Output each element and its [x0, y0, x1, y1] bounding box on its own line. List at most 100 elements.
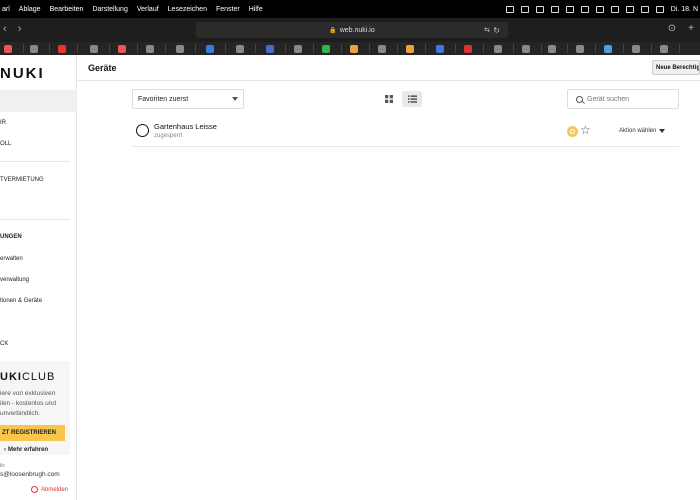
toolbar-right: ⊙ +	[668, 23, 694, 34]
sidebar-item-5[interactable]: verwaltung	[0, 277, 29, 283]
favorite-bookmark-icon[interactable]	[118, 45, 126, 53]
sidebar-item-4[interactable]: erwalten	[0, 256, 23, 262]
favorite-bookmark-icon[interactable]	[322, 45, 330, 53]
list-icon	[407, 95, 417, 103]
favorites-separator	[137, 44, 138, 53]
favorites-separator	[567, 44, 568, 53]
favorites-separator	[285, 44, 286, 53]
new-permission-button[interactable]: Neue Berechtig	[652, 60, 700, 75]
screen-icon[interactable]	[550, 5, 559, 13]
sort-select-value: Favoriten zuerst	[138, 95, 189, 103]
favorite-bookmark-icon[interactable]	[464, 45, 472, 53]
menu-item-verlauf[interactable]: Verlauf	[137, 6, 159, 13]
favorites-separator	[255, 44, 256, 53]
action-select[interactable]: Aktion wählen	[619, 128, 666, 134]
lock-state-icon[interactable]	[136, 124, 149, 137]
translate-icon[interactable]: ⇆	[484, 26, 490, 34]
favorites-separator	[369, 44, 370, 53]
lock-icon: 🔒	[329, 27, 337, 34]
back-icon[interactable]: ‹	[3, 23, 7, 35]
club-title: UKICLUB	[0, 371, 56, 383]
download-icon[interactable]: ⊙	[668, 23, 676, 34]
favorites-separator	[109, 44, 110, 53]
menu-item-app[interactable]: arl	[2, 6, 10, 13]
search-icon	[576, 95, 583, 103]
favorite-bookmark-icon[interactable]	[576, 45, 584, 53]
sidebar-item-6[interactable]: tionen & Geräte	[0, 298, 42, 304]
favorite-bookmark-icon[interactable]	[176, 45, 184, 53]
sidebar-item-2[interactable]: OLL	[0, 141, 11, 147]
search-input[interactable]	[587, 95, 675, 103]
favorite-bookmark-icon[interactable]	[236, 45, 244, 53]
menubar-clock[interactable]: Di. 18. N	[671, 6, 698, 13]
device-row[interactable]: Gartenhaus Leisse zugesperrt ☆ Aktion wä…	[132, 118, 679, 147]
favorites-separator	[77, 44, 78, 53]
sidebar-item-3[interactable]: TVERMIETUNG	[0, 177, 44, 183]
reload-icon[interactable]: ↻	[493, 26, 500, 35]
favorite-bookmark-icon[interactable]	[406, 45, 414, 53]
sync-icon[interactable]	[535, 5, 544, 13]
chevron-down-icon	[659, 129, 666, 133]
favorite-bookmark-icon[interactable]	[266, 45, 274, 53]
nuki-logo[interactable]: NUKI	[0, 65, 45, 82]
favorite-bookmark-icon[interactable]	[206, 45, 214, 53]
camera-icon[interactable]	[520, 5, 529, 13]
club-register-button[interactable]: ZT REGISTRIEREN	[0, 425, 65, 441]
favorite-bookmark-icon[interactable]	[378, 45, 386, 53]
favorite-bookmark-icon[interactable]	[494, 45, 502, 53]
sidebar-item-active[interactable]	[0, 90, 77, 112]
sidebar-divider	[0, 219, 70, 220]
search-icon[interactable]	[625, 5, 634, 13]
favorite-bookmark-icon[interactable]	[146, 45, 154, 53]
favorite-bookmark-icon[interactable]	[58, 45, 66, 53]
forward-icon[interactable]: ›	[18, 23, 22, 35]
sidebar-item-7[interactable]: CK	[0, 341, 8, 347]
favorite-bookmark-icon[interactable]	[632, 45, 640, 53]
address-bar[interactable]: 🔒 web.nuki.io ⇆ ↻	[196, 22, 508, 38]
menubar-status-area: Di. 18. N	[505, 0, 700, 18]
main-content: Geräte Neue Berechtig Favoriten zuerst G…	[78, 55, 700, 500]
menu-item-lesezeichen[interactable]: Lesezeichen	[168, 6, 207, 13]
menu-item-ablage[interactable]: Ablage	[19, 6, 41, 13]
sidebar-divider	[0, 161, 70, 162]
sort-select[interactable]: Favoriten zuerst	[132, 89, 244, 109]
sidebar: NUKI IR OLL TVERMIETUNG UNGEN erwalten v…	[0, 55, 77, 500]
favorite-bookmark-icon[interactable]	[90, 45, 98, 53]
favorite-bookmark-icon[interactable]	[30, 45, 38, 53]
favorite-bookmark-icon[interactable]	[660, 45, 668, 53]
status-icon[interactable]	[505, 5, 514, 13]
favorite-bookmark-icon[interactable]	[604, 45, 612, 53]
battery-icon[interactable]	[595, 5, 604, 13]
favorite-bookmark-icon[interactable]	[522, 45, 530, 53]
record-icon[interactable]	[565, 5, 574, 13]
favorites-separator	[623, 44, 624, 53]
logout-button[interactable]: Abmelden	[31, 486, 68, 493]
menu-item-hilfe[interactable]: Hilfe	[249, 6, 263, 13]
favorites-separator	[397, 44, 398, 53]
favorites-separator	[455, 44, 456, 53]
device-name[interactable]: Gartenhaus Leisse	[154, 122, 217, 131]
siri-icon[interactable]	[655, 5, 664, 13]
favorite-bookmark-icon[interactable]	[350, 45, 358, 53]
menu-item-darstellung[interactable]: Darstellung	[92, 6, 127, 13]
control-icon[interactable]	[580, 5, 589, 13]
grid-view-button[interactable]	[380, 91, 398, 107]
favorites-separator	[313, 44, 314, 53]
club-more-link[interactable]: › Mehr erfahren	[4, 447, 48, 453]
menu-item-fenster[interactable]: Fenster	[216, 6, 240, 13]
menu-item-bearbeiten[interactable]: Bearbeiten	[50, 6, 84, 13]
favorites-separator	[165, 44, 166, 53]
sidebar-section-title[interactable]: UNGEN	[0, 234, 22, 240]
new-tab-icon[interactable]: +	[688, 23, 694, 34]
favorite-bookmark-icon[interactable]	[436, 45, 444, 53]
sidebar-item-1[interactable]: IR	[0, 120, 6, 126]
club-text: iere von exklusiven ilen - kostenlos und…	[0, 390, 57, 417]
favorite-bookmark-icon[interactable]	[294, 45, 302, 53]
favorite-bookmark-icon[interactable]	[4, 45, 12, 53]
control-center-icon[interactable]	[640, 5, 649, 13]
wifi-icon[interactable]	[610, 5, 619, 13]
favorite-bookmark-icon[interactable]	[548, 45, 556, 53]
device-search[interactable]	[567, 89, 679, 109]
list-view-button[interactable]	[402, 91, 422, 107]
favorite-star-icon[interactable]: ☆	[580, 123, 591, 137]
